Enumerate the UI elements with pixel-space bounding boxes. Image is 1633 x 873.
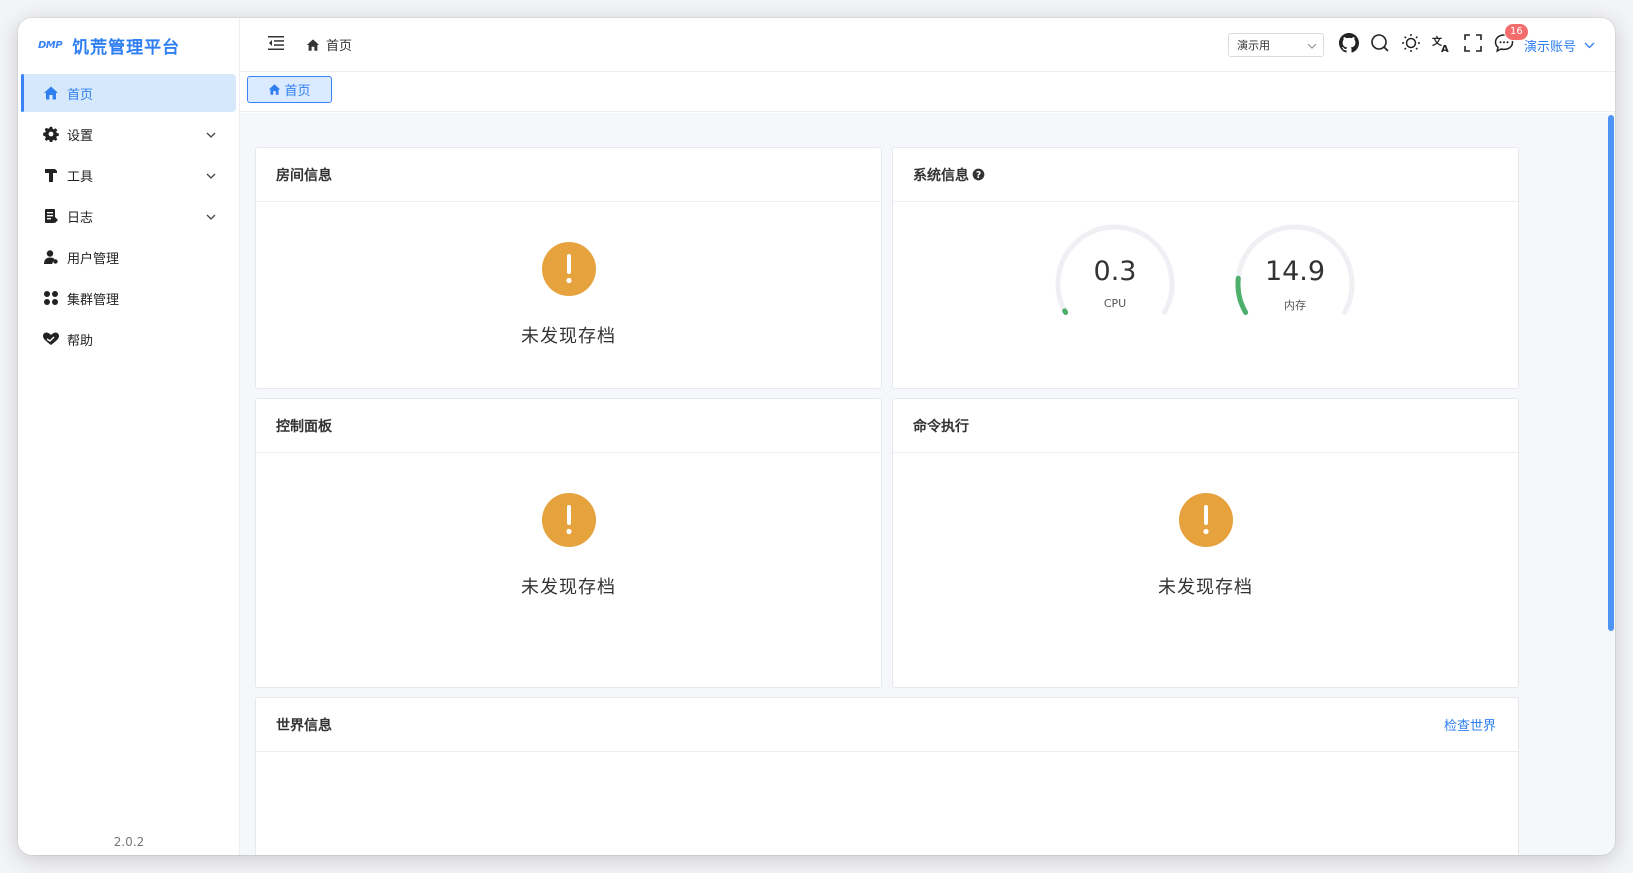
breadcrumb-label: 首页 xyxy=(326,39,353,54)
top-header: 首页 演示用 文 A 16 演示账号 xyxy=(240,18,1615,72)
card-title: 控制面板 xyxy=(256,399,881,453)
theme-toggle-button[interactable] xyxy=(1396,30,1426,60)
tab-bar: 首页 xyxy=(240,72,1615,112)
empty-message: 未发现存档 xyxy=(521,326,616,347)
sidebar-item-label: 帮助 xyxy=(67,333,94,349)
sidebar-item-settings[interactable]: 设置 xyxy=(21,115,236,153)
sidebar-item-label: 工具 xyxy=(67,169,94,185)
command-card: 命令执行 未发现存档 xyxy=(892,398,1519,688)
sun-icon xyxy=(1401,33,1421,57)
system-info-card: 系统信息 ? 0.3 CPU 14.9 内存 xyxy=(892,147,1519,389)
memory-gauge: 14.9 内存 xyxy=(1233,222,1357,332)
search-button[interactable] xyxy=(1365,30,1395,60)
collapse-sidebar-button[interactable] xyxy=(266,35,286,55)
bottom-fade xyxy=(256,850,1518,855)
home-icon xyxy=(306,38,320,52)
search-icon xyxy=(1370,33,1390,57)
sidebar-item-home[interactable]: 首页 xyxy=(21,74,236,112)
account-menu[interactable]: 演示账号 xyxy=(1524,36,1595,55)
sidebar-item-label: 用户管理 xyxy=(67,251,120,267)
home-icon xyxy=(268,83,281,96)
warning-icon xyxy=(541,493,596,547)
menu-fold-icon xyxy=(268,35,284,54)
chevron-down-icon xyxy=(206,210,216,225)
empty-message: 未发现存档 xyxy=(521,577,616,598)
chevron-down-icon xyxy=(206,169,216,184)
app-version: 2.0.2 xyxy=(113,835,145,849)
messages-button[interactable]: 16 xyxy=(1489,23,1529,60)
card-title: 命令执行 xyxy=(893,399,1518,453)
language-button[interactable]: 文A xyxy=(1427,30,1457,60)
chevron-down-icon xyxy=(206,128,216,143)
memory-label: 内存 xyxy=(1284,299,1306,312)
cpu-value: 0.3 xyxy=(1093,256,1137,287)
translate-icon: 文A xyxy=(1432,33,1452,57)
empty-state: 未发现存档 xyxy=(256,242,881,348)
sidebar-item-help[interactable]: 帮助 xyxy=(21,320,236,358)
logo[interactable]: DMP 饥荒管理平台 xyxy=(18,18,239,72)
log-icon xyxy=(42,207,60,225)
card-header: 世界信息 检查世界 xyxy=(256,698,1518,752)
memory-value: 14.9 xyxy=(1264,256,1326,287)
svg-text:?: ? xyxy=(976,170,981,181)
chevron-down-icon xyxy=(1307,40,1317,53)
notification-badge: 16 xyxy=(1503,23,1529,41)
github-icon xyxy=(1338,33,1359,57)
header-actions: 演示用 文A 16 演示账号 xyxy=(1227,18,1595,72)
app-window: DMP 饥荒管理平台 首页 设置 工具 日志 用户管理 集群管理 帮助 2.0.… xyxy=(18,18,1615,855)
tab-label: 首页 xyxy=(284,84,311,99)
account-name: 演示账号 xyxy=(1523,39,1576,55)
main-content: 房间信息 未发现存档 系统信息 ? 0.3 CPU 14.9 内存 控制面板 未… xyxy=(240,113,1615,855)
gear-icon xyxy=(42,125,60,143)
cluster-select[interactable]: 演示用 xyxy=(1227,33,1324,57)
check-world-link[interactable]: 检查世界 xyxy=(1444,715,1496,734)
card-title: 房间信息 xyxy=(256,148,881,202)
sidebar-item-users[interactable]: 用户管理 xyxy=(21,238,236,276)
fullscreen-button[interactable] xyxy=(1458,30,1488,60)
card-title: 世界信息 xyxy=(276,717,332,734)
tab-home[interactable]: 首页 xyxy=(247,76,332,103)
github-button[interactable] xyxy=(1334,30,1364,60)
svg-text:A: A xyxy=(1441,44,1449,53)
empty-state: 未发现存档 xyxy=(256,493,881,599)
logo-mark: DMP xyxy=(38,39,63,51)
empty-message: 未发现存档 xyxy=(1158,577,1253,598)
breadcrumb[interactable]: 首页 xyxy=(306,35,352,54)
warning-icon xyxy=(541,242,596,296)
sidebar-item-label: 设置 xyxy=(67,128,94,144)
chevron-down-icon xyxy=(1584,38,1595,53)
cpu-label: CPU xyxy=(1103,297,1127,310)
sidebar: DMP 饥荒管理平台 首页 设置 工具 日志 用户管理 集群管理 帮助 2.0.… xyxy=(18,18,240,855)
sidebar-item-clusters[interactable]: 集群管理 xyxy=(21,279,236,317)
sidebar-menu: 首页 设置 工具 日志 用户管理 集群管理 帮助 xyxy=(18,74,239,358)
gauge-fill xyxy=(1062,308,1069,315)
content-scrollbar[interactable] xyxy=(1608,115,1614,631)
cpu-gauge: 0.3 CPU xyxy=(1053,222,1177,332)
card-title: 系统信息 xyxy=(913,167,969,184)
sidebar-item-label: 首页 xyxy=(67,87,94,103)
sidebar-item-label: 日志 xyxy=(67,210,94,226)
cluster-select-value: 演示用 xyxy=(1236,39,1270,52)
sidebar-item-label: 集群管理 xyxy=(67,292,120,308)
card-header: 系统信息 ? xyxy=(893,148,1518,202)
grid-icon xyxy=(42,289,60,307)
app-title: 饥荒管理平台 xyxy=(72,37,181,58)
sidebar-item-tools[interactable]: 工具 xyxy=(21,156,236,194)
control-panel-card: 控制面板 未发现存档 xyxy=(255,398,882,688)
heart-hand-icon xyxy=(42,330,60,348)
home-icon xyxy=(42,84,60,102)
room-info-card: 房间信息 未发现存档 xyxy=(255,147,882,389)
fullscreen-icon xyxy=(1464,34,1482,56)
help-icon[interactable]: ? xyxy=(972,168,985,181)
user-icon xyxy=(42,248,60,266)
empty-state: 未发现存档 xyxy=(893,493,1518,599)
hammer-icon xyxy=(42,166,60,184)
warning-icon xyxy=(1178,493,1233,547)
world-info-card: 世界信息 检查世界 xyxy=(255,697,1519,855)
sidebar-item-logs[interactable]: 日志 xyxy=(21,197,236,235)
system-gauges: 0.3 CPU 14.9 内存 xyxy=(1053,222,1413,332)
